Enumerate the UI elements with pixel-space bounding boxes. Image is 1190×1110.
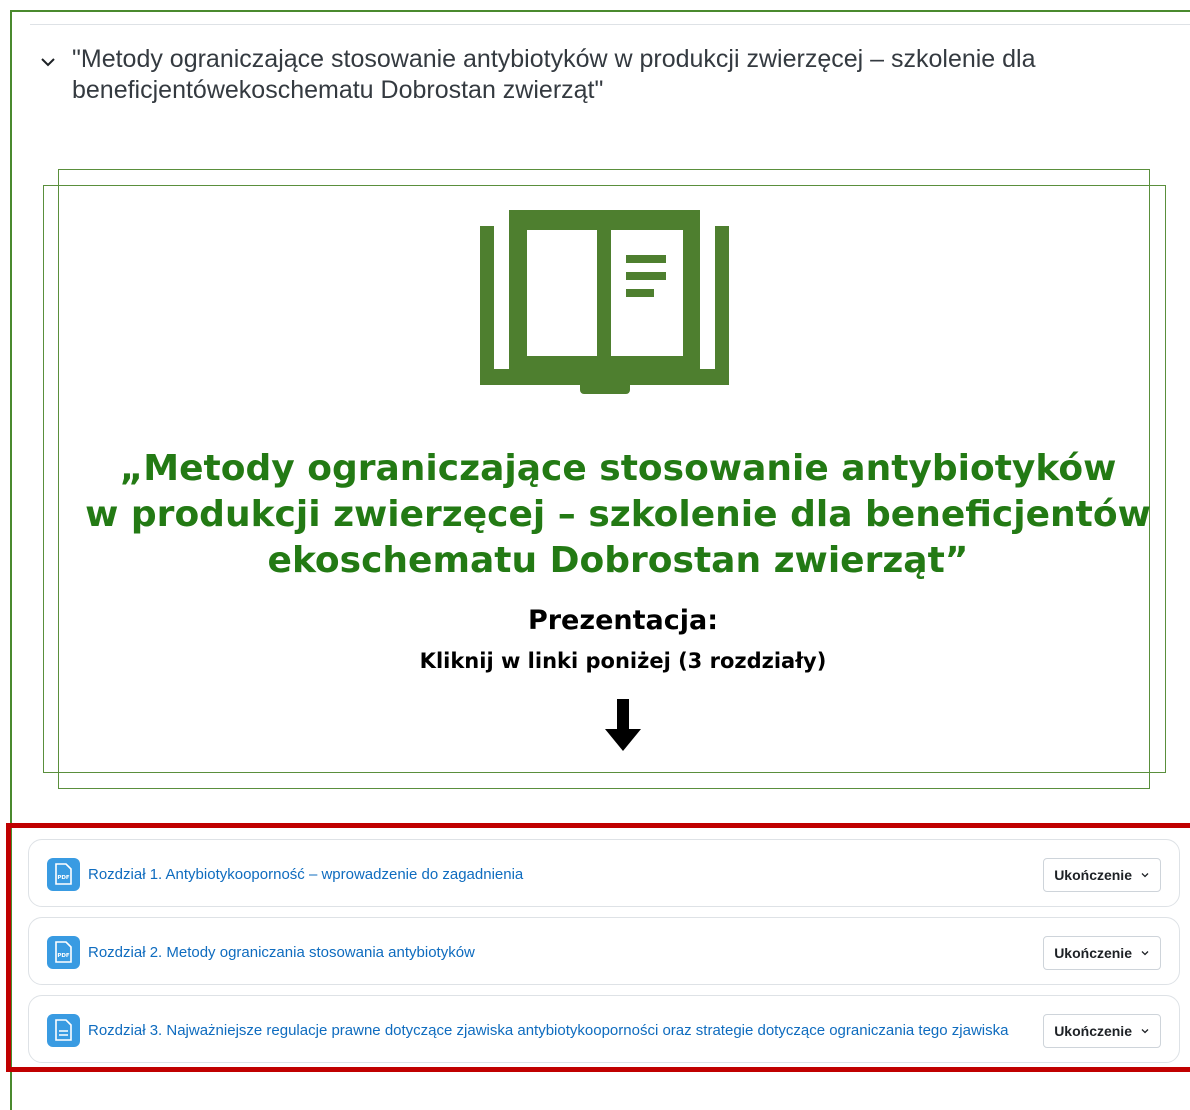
banner-title: „Metody ograniczające stosowanie antybio… — [43, 446, 1190, 584]
open-book-icon — [480, 210, 729, 394]
arrow-down-icon — [605, 699, 641, 751]
activity-link[interactable]: Rozdział 3. Najważniejsze regulacje praw… — [88, 1022, 1008, 1039]
file-icon — [47, 1014, 80, 1047]
top-divider — [30, 24, 1190, 25]
banner-subtitle: Prezentacja: — [527, 605, 719, 636]
section-header: "Metody ograniczające stosowanie antybio… — [38, 44, 1138, 106]
chevron-down-icon — [1141, 873, 1149, 878]
svg-text:PDF: PDF — [57, 875, 70, 881]
banner-title-line: „Metody ograniczające stosowanie antybio… — [119, 448, 1117, 489]
chevron-down-icon — [1141, 951, 1149, 956]
chevron-down-icon[interactable] — [38, 52, 58, 72]
activity-item[interactable]: PDF Rozdział 1. Antybiotykooporność – wp… — [28, 839, 1180, 907]
completion-dropdown[interactable]: Ukończenie — [1043, 936, 1161, 970]
pdf-icon: PDF — [47, 858, 80, 891]
activity-link[interactable]: Rozdział 1. Antybiotykooporność – wprowa… — [88, 866, 523, 883]
completion-label: Ukończenie — [1054, 1023, 1132, 1039]
banner-title-line: w produkcji zwierzęcej – szkolenie dla b… — [85, 494, 1151, 535]
activity-item[interactable]: PDF Rozdział 2. Metody ograniczania stos… — [28, 917, 1180, 985]
pdf-icon: PDF — [47, 936, 80, 969]
completion-label: Ukończenie — [1054, 945, 1132, 961]
activity-item[interactable]: Rozdział 3. Najważniejsze regulacje praw… — [28, 995, 1180, 1063]
svg-text:PDF: PDF — [57, 953, 70, 959]
course-banner-image: „Metody ograniczające stosowanie antybio… — [43, 169, 1168, 791]
completion-dropdown[interactable]: Ukończenie — [1043, 1014, 1161, 1048]
chevron-down-icon — [1141, 1029, 1149, 1034]
banner-instruction: Kliknij w linki poniżej (3 rozdziały) — [419, 649, 827, 673]
completion-label: Ukończenie — [1054, 867, 1132, 883]
banner-title-line: ekoschematu Dobrostan zwierząt” — [267, 540, 969, 581]
activity-link[interactable]: Rozdział 2. Metody ograniczania stosowan… — [88, 944, 475, 961]
completion-dropdown[interactable]: Ukończenie — [1043, 858, 1161, 892]
section-title[interactable]: "Metody ograniczające stosowanie antybio… — [72, 44, 1138, 106]
